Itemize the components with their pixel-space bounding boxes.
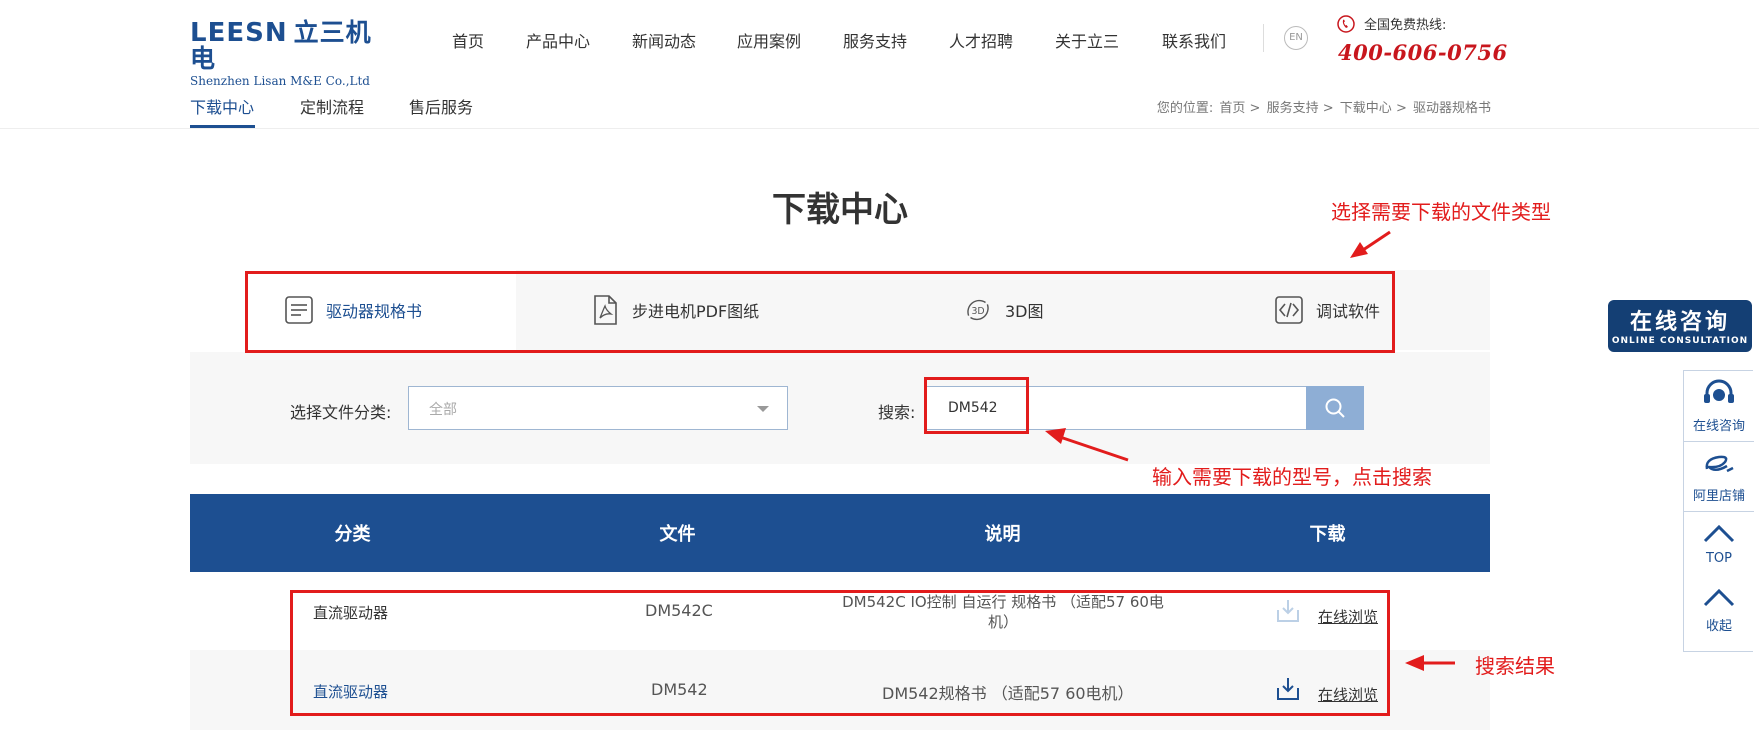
side-item-label: 阿里店铺 [1692,489,1745,504]
side-collapse[interactable]: 收起 [1684,583,1754,634]
side-separator [1684,511,1754,512]
nav-support[interactable]: 服务支持 [843,28,907,52]
annotation-file-type: 选择需要下载的文件类型 [1331,200,1551,224]
category-select[interactable]: 全部 [408,386,788,430]
breadcrumb: 您的位置: 首页 > 服务支持 > 下载中心 > 驱动器规格书 [1157,97,1491,116]
annotation-results: 搜索结果 [1475,654,1555,678]
search-icon [1325,398,1345,418]
banner-title: 在线咨询 [1629,310,1730,335]
column-header-description: 说明 [984,524,1021,545]
nav-home[interactable]: 首页 [452,28,484,52]
subnav-after-sales[interactable]: 售后服务 [409,94,473,118]
annotation-box-results [290,590,1390,716]
side-separator [1684,441,1754,442]
side-back-to-top[interactable]: TOP [1684,519,1754,566]
breadcrumb-support[interactable]: 服务支持 [1267,101,1319,116]
nav-cases[interactable]: 应用案例 [737,28,801,52]
logo-subtitle: Shenzhen Lisan M&E Co.,Ltd [190,74,370,88]
banner-subtitle: ONLINE CONSULTATION [1611,336,1749,346]
breadcrumb-prefix: 您的位置: [1156,101,1214,116]
nav-divider [1263,24,1264,52]
nav-careers[interactable]: 人才招聘 [949,28,1013,52]
category-filter-label: 选择文件分类: [290,403,392,422]
headset-icon [1704,379,1734,403]
language-button[interactable]: EN [1284,26,1308,50]
subnav-divider [0,128,1759,129]
annotation-search: 输入需要下载的型号，点击搜索 [1152,465,1432,489]
breadcrumb-separator: > [1322,101,1334,116]
chevron-up-icon [1703,524,1735,543]
breadcrumb-separator: > [1249,101,1261,116]
side-item-label: TOP [1705,551,1732,566]
phone-icon [1337,15,1355,33]
search-button[interactable] [1306,386,1364,430]
nav-news[interactable]: 新闻动态 [632,28,696,52]
side-ali-store[interactable]: 阿里店铺 [1684,449,1754,504]
nav-about[interactable]: 关于立三 [1055,28,1119,52]
column-header-download: 下载 [1309,524,1346,545]
company-logo[interactable]: LEESN 立三机电 Shenzhen Lisan M&E Co.,Ltd [190,20,390,89]
nav-products[interactable]: 产品中心 [526,28,590,52]
chevron-up-icon [1703,588,1735,607]
subnav-download-center[interactable]: 下载中心 [190,94,254,118]
side-online-consult[interactable]: 在线咨询 [1684,377,1754,434]
breadcrumb-download[interactable]: 下载中心 [1340,101,1392,116]
hotline-number: 400-606-0756 [1338,40,1508,65]
subnav-customization[interactable]: 定制流程 [300,94,364,118]
column-header-category: 分类 [334,524,371,545]
alibaba-icon [1705,455,1734,473]
annotation-box-search [924,377,1029,434]
column-header-file: 文件 [659,524,696,545]
arrow-head [1350,242,1368,258]
annotation-box-file-types [245,271,1395,353]
breadcrumb-current[interactable]: 驱动器规格书 [1413,101,1491,116]
category-select-value: 全部 [429,402,457,418]
side-toolbar: 在线咨询 阿里店铺 TOP 收起 [1683,370,1754,652]
chevron-down-icon [757,406,769,412]
nav-contact[interactable]: 联系我们 [1162,28,1226,52]
breadcrumb-home[interactable]: 首页 [1219,101,1245,116]
breadcrumb-separator: > [1395,101,1407,116]
hotline-label: 全国免费热线: [1364,18,1447,33]
search-label: 搜索: [878,403,916,422]
online-consultation-banner[interactable]: 在线咨询 ONLINE CONSULTATION [1608,300,1752,352]
side-item-label: 收起 [1705,619,1732,634]
side-item-label: 在线咨询 [1692,419,1745,434]
